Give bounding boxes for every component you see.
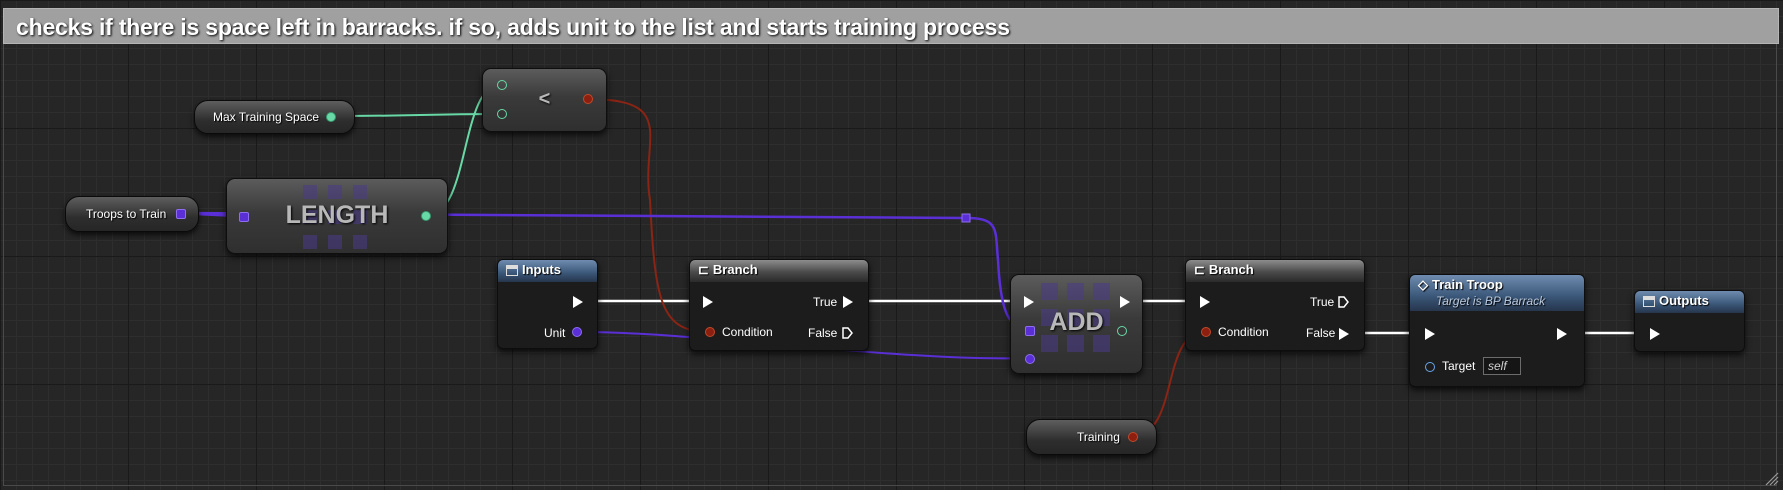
max-training-space-node[interactable]: Max Training Space [194, 100, 355, 134]
length-title: LENGTH [285, 201, 389, 229]
max-training-space-output-pin[interactable] [326, 112, 336, 122]
branch-1-title: Branch [712, 262, 758, 277]
reroute-knot [961, 213, 971, 223]
troops-to-train-output-pin[interactable] [176, 209, 186, 219]
less-than-output-pin[interactable] [583, 94, 593, 104]
train-troop-title: Train Troop [1432, 277, 1503, 292]
blueprint-graph-canvas[interactable]: checks if there is space left in barrack… [0, 0, 1783, 490]
max-training-space-label: Max Training Space [213, 110, 320, 124]
add-exec-input-pin[interactable] [1024, 296, 1034, 308]
troops-to-train-node[interactable]: Troops to Train [65, 196, 199, 232]
branch-2-false-pin[interactable] [1339, 328, 1349, 340]
branch-2-header: ⊏ Branch [1186, 260, 1364, 282]
train-troop-header: ◇ Train Troop Target is BP Barrack [1410, 275, 1584, 311]
branch-2-true-pin[interactable] [1338, 296, 1349, 308]
train-troop-exec-input-pin[interactable] [1425, 328, 1435, 340]
branch-2-true-label: True [1310, 295, 1335, 309]
comment-resize-grip[interactable] [1765, 472, 1779, 486]
add-exec-output-pin[interactable] [1120, 296, 1130, 308]
train-troop-target-label: Target [1442, 359, 1476, 373]
add-node[interactable]: ADD [1010, 274, 1143, 374]
branch-1-condition-label: Condition [722, 325, 773, 339]
function-call-icon: ◇ [1418, 277, 1428, 292]
branch-2-title: Branch [1208, 262, 1254, 277]
branch-1-true-label: True [813, 295, 838, 309]
branch-2-exec-input-pin[interactable] [1200, 296, 1210, 308]
length-node[interactable]: LENGTH [226, 178, 448, 254]
inputs-title: Inputs [522, 262, 561, 277]
training-output-pin[interactable] [1128, 432, 1138, 442]
train-troop-target-input[interactable]: self [1483, 357, 1521, 375]
training-label: Training [1077, 430, 1120, 444]
less-than-node[interactable]: < [482, 68, 607, 132]
function-entry-icon [506, 265, 518, 276]
outputs-node[interactable]: Outputs [1634, 290, 1745, 352]
branch-1-exec-input-pin[interactable] [703, 296, 713, 308]
add-index-output-pin[interactable] [1117, 326, 1127, 336]
inputs-exec-output-pin[interactable] [573, 296, 583, 308]
add-new-item-pin[interactable] [1025, 354, 1035, 364]
branch-node-1[interactable]: ⊏ Branch True Condition False [689, 259, 869, 351]
branch-1-false-pin[interactable] [842, 327, 853, 339]
outputs-exec-input-pin[interactable] [1650, 328, 1660, 340]
inputs-unit-output-pin[interactable] [572, 327, 582, 337]
float-wire-max-to-less [333, 113, 502, 117]
branch-2-false-label: False [1306, 326, 1336, 340]
branch-2-condition-label: Condition [1218, 325, 1269, 339]
outputs-node-header: Outputs [1635, 291, 1744, 313]
troops-to-train-label: Troops to Train [86, 207, 167, 221]
branch-2-condition-pin[interactable] [1201, 327, 1211, 337]
branch-2-icon: ⊏ [1194, 262, 1205, 277]
train-troop-subtitle: Target is BP Barrack [1436, 294, 1546, 308]
branch-1-icon: ⊏ [698, 262, 709, 277]
inputs-node-header: Inputs [498, 260, 597, 282]
inputs-unit-label: Unit [544, 326, 566, 340]
length-output-pin[interactable] [421, 211, 431, 221]
train-troop-node[interactable]: ◇ Train Troop Target is BP Barrack Target… [1409, 274, 1585, 387]
train-troop-target-pin[interactable] [1425, 362, 1435, 372]
inputs-node[interactable]: Inputs Unit [497, 259, 598, 349]
branch-1-true-pin[interactable] [843, 296, 853, 308]
train-troop-exec-output-pin[interactable] [1557, 328, 1567, 340]
branch-1-condition-pin[interactable] [705, 327, 715, 337]
branch-1-header: ⊏ Branch [690, 260, 868, 282]
function-result-icon [1643, 296, 1655, 307]
training-node[interactable]: Training [1026, 419, 1157, 455]
branch-1-false-label: False [808, 326, 838, 340]
outputs-title: Outputs [1659, 293, 1709, 308]
branch-node-2[interactable]: ⊏ Branch True Condition False [1185, 259, 1365, 351]
